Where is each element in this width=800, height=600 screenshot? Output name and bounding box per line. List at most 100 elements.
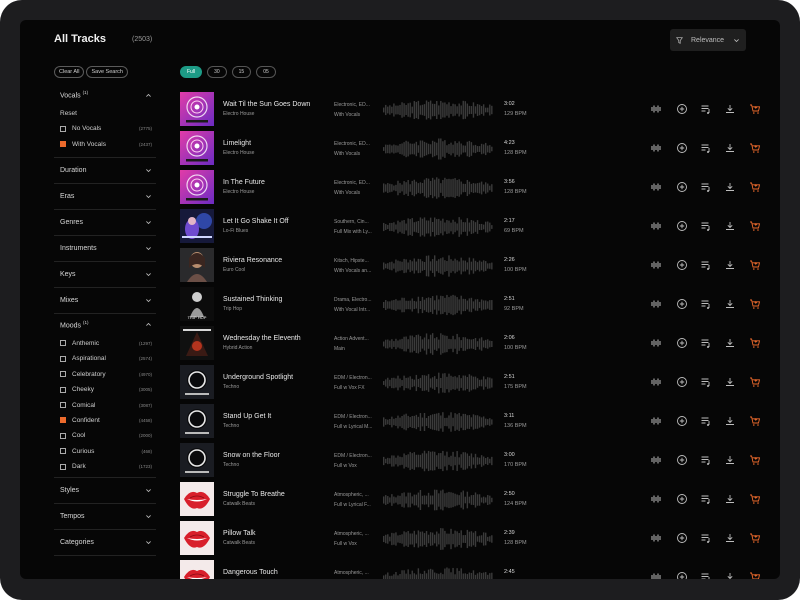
checkbox[interactable]: [60, 125, 66, 132]
add-icon[interactable]: [676, 337, 688, 349]
track-artist[interactable]: Lo-Fi Blues: [223, 228, 248, 234]
similar-icon[interactable]: [650, 181, 662, 193]
checkbox[interactable]: [60, 141, 66, 148]
track-row[interactable]: Limelight Electro House Electronic, ED... W…: [180, 129, 780, 168]
track-title[interactable]: Wednesday the Eleventh: [223, 335, 301, 342]
filter-section-duration[interactable]: Duration: [54, 158, 156, 184]
save-search-button[interactable]: Save Search: [86, 66, 128, 78]
playlist-icon[interactable]: [700, 142, 712, 154]
download-icon[interactable]: [724, 415, 736, 427]
checkbox[interactable]: [60, 463, 66, 470]
track-title[interactable]: Riviera Resonance: [223, 257, 282, 264]
track-title[interactable]: Let It Go Shake It Off: [223, 218, 289, 225]
filter-option[interactable]: Aspirational (2574): [54, 351, 156, 366]
similar-icon[interactable]: [650, 376, 662, 388]
duration-chip[interactable]: Full: [180, 66, 203, 78]
filter-option[interactable]: Celebratory (4970): [54, 367, 156, 382]
track-title[interactable]: Wait Til the Sun Goes Down: [223, 101, 310, 108]
cart-icon[interactable]: [749, 571, 761, 579]
similar-icon[interactable]: [650, 298, 662, 310]
track-title[interactable]: Limelight: [223, 140, 251, 147]
album-art[interactable]: [180, 131, 214, 165]
playlist-icon[interactable]: [700, 103, 712, 115]
track-artist[interactable]: Catwalk Beats: [223, 540, 255, 546]
album-art[interactable]: [180, 560, 214, 579]
filter-option[interactable]: Cool (2000): [54, 428, 156, 443]
track-row[interactable]: Riviera Resonance Euro Cool Kitsch, Hipste…: [180, 246, 780, 285]
track-row[interactable]: Struggle To Breathe Catwalk Beats Atmosphe…: [180, 480, 780, 519]
playlist-icon[interactable]: [700, 259, 712, 271]
duration-chip[interactable]: 05: [256, 66, 276, 78]
track-artist[interactable]: Techno: [223, 384, 239, 390]
album-art[interactable]: [180, 326, 214, 360]
cart-icon[interactable]: [749, 337, 761, 349]
checkbox[interactable]: [60, 355, 66, 362]
waveform[interactable]: [383, 527, 493, 551]
cart-icon[interactable]: [749, 415, 761, 427]
add-icon[interactable]: [676, 415, 688, 427]
similar-icon[interactable]: [650, 454, 662, 466]
track-artist[interactable]: Trip Hop: [223, 306, 242, 312]
waveform[interactable]: [383, 137, 493, 161]
similar-icon[interactable]: [650, 337, 662, 349]
track-row[interactable]: Snow on the Floor Techno EDM / Electron...…: [180, 441, 780, 480]
track-row[interactable]: In The Future Electro House Electronic, ED…: [180, 168, 780, 207]
track-row[interactable]: Stand Up Get It Techno EDM / Electron... Fu…: [180, 402, 780, 441]
similar-icon[interactable]: [650, 142, 662, 154]
track-artist[interactable]: Techno: [223, 423, 239, 429]
playlist-icon[interactable]: [700, 376, 712, 388]
track-row[interactable]: TRIP HOP Sustained Thinking Trip Hop Drama,…: [180, 285, 780, 324]
track-title[interactable]: Sustained Thinking: [223, 296, 282, 303]
track-row[interactable]: Wait Til the Sun Goes Down Electro House E…: [180, 90, 780, 129]
album-art[interactable]: [180, 170, 214, 204]
playlist-icon[interactable]: [700, 532, 712, 544]
download-icon[interactable]: [724, 532, 736, 544]
download-icon[interactable]: [724, 454, 736, 466]
filter-option[interactable]: Curious (468): [54, 444, 156, 459]
add-icon[interactable]: [676, 571, 688, 579]
album-art[interactable]: [180, 404, 214, 438]
filter-section-vocals[interactable]: Vocals (1): [54, 84, 156, 106]
filter-option[interactable]: Dark (1723): [54, 459, 156, 474]
waveform[interactable]: [383, 371, 493, 395]
cart-icon[interactable]: [749, 376, 761, 388]
playlist-icon[interactable]: [700, 415, 712, 427]
clear-all-button[interactable]: Clear All: [54, 66, 85, 78]
waveform[interactable]: [383, 449, 493, 473]
download-icon[interactable]: [724, 376, 736, 388]
checkbox[interactable]: [60, 448, 66, 455]
filter-section-eras[interactable]: Eras: [54, 184, 156, 210]
album-art[interactable]: [180, 92, 214, 126]
filter-option[interactable]: Cheeky (3005): [54, 382, 156, 397]
track-artist[interactable]: Electro House: [223, 189, 254, 195]
album-art[interactable]: [180, 521, 214, 555]
moods-options[interactable]: Anthemic (1297) Aspirational (2574) Celebrat…: [54, 336, 156, 478]
playlist-icon[interactable]: [700, 220, 712, 232]
track-title[interactable]: Dangerous Touch: [223, 569, 278, 576]
add-icon[interactable]: [676, 298, 688, 310]
album-art[interactable]: [180, 365, 214, 399]
album-art[interactable]: [180, 248, 214, 282]
checkbox[interactable]: [60, 417, 66, 424]
waveform[interactable]: [383, 566, 493, 579]
download-icon[interactable]: [724, 298, 736, 310]
cart-icon[interactable]: [749, 220, 761, 232]
add-icon[interactable]: [676, 181, 688, 193]
playlist-icon[interactable]: [700, 493, 712, 505]
duration-chip[interactable]: 30: [207, 66, 227, 78]
track-artist[interactable]: Techno: [223, 462, 239, 468]
cart-icon[interactable]: [749, 103, 761, 115]
add-icon[interactable]: [676, 142, 688, 154]
filter-option[interactable]: Comical (3087): [54, 397, 156, 412]
playlist-icon[interactable]: [700, 298, 712, 310]
waveform[interactable]: [383, 215, 493, 239]
similar-icon[interactable]: [650, 103, 662, 115]
filter-section-styles[interactable]: Styles: [54, 478, 156, 504]
duration-chip[interactable]: 15: [231, 66, 252, 78]
track-title[interactable]: Stand Up Get It: [223, 413, 271, 420]
filter-section-keys[interactable]: Keys: [54, 262, 156, 288]
filter-section-tempos[interactable]: Tempos: [54, 504, 156, 530]
filter-option[interactable]: With Vocals (2437): [54, 136, 156, 151]
cart-icon[interactable]: [749, 454, 761, 466]
track-artist[interactable]: Electro House: [223, 150, 254, 156]
